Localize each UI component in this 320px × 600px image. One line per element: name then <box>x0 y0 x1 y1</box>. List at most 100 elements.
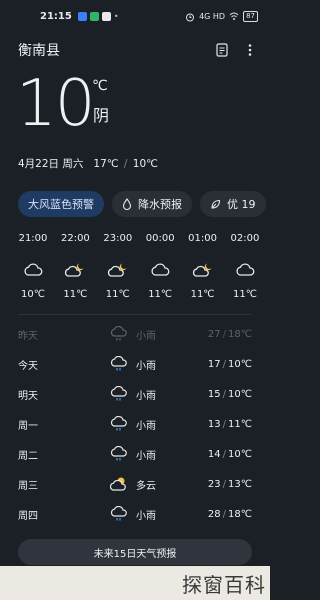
hour-temp: 11℃ <box>63 289 88 300</box>
day-range: 23/13℃ <box>208 479 252 490</box>
precip-label: 降水预报 <box>138 198 182 211</box>
precipitation-chip[interactable]: 降水预报 <box>112 191 192 217</box>
more-dot-icon: • <box>113 12 119 21</box>
day-high: 17 <box>207 358 221 370</box>
separator: / <box>222 358 227 370</box>
day-low: 13℃ <box>228 478 252 490</box>
daily-forecast: 昨天 小雨 27/18℃ 今天 小雨 17/10℃ 明天 小雨 15/10℃ 周… <box>0 319 270 529</box>
day-condition: 小雨 <box>136 420 156 432</box>
air-quality-chip[interactable]: 优 19 <box>200 191 266 217</box>
day-condition: 小雨 <box>136 510 156 522</box>
day-label: 周二 <box>18 450 38 462</box>
hour-time: 02:00 <box>230 233 260 244</box>
day-label: 周四 <box>18 510 38 522</box>
day-condition: 小雨 <box>136 360 156 372</box>
day-low: 10℃ <box>228 388 252 400</box>
hour-time: 23:00 <box>103 233 133 244</box>
app-notification-icon <box>101 12 111 21</box>
divider <box>18 314 252 315</box>
separator: / <box>222 328 227 340</box>
daily-row[interactable]: 周三 多云 23/13℃ <box>0 469 270 499</box>
info-chips: 大风蓝色预警 降水预报 优 19 <box>0 191 270 217</box>
light-rain-icon <box>110 326 134 342</box>
daily-row[interactable]: 周一 小雨 13/11℃ <box>0 409 270 439</box>
hourly-item: 01:00 11℃ <box>188 233 218 300</box>
day-low: 18℃ <box>228 328 252 340</box>
rain-drop-icon <box>122 198 132 210</box>
daily-row[interactable]: 昨天 小雨 27/18℃ <box>0 319 270 349</box>
daily-row[interactable]: 周四 小雨 28/18℃ <box>0 499 270 529</box>
hourly-item: 21:00 10℃ <box>18 233 48 300</box>
cloudy-icon <box>235 255 255 285</box>
signal-label: 4G HD <box>199 12 226 21</box>
low-temp: 10℃ <box>132 158 158 170</box>
app-header: 衡南县 <box>0 33 270 66</box>
hourly-item: 23:00 11℃ <box>103 233 133 300</box>
forecast-button-label: 未来15日天气预报 <box>93 548 177 560</box>
wifi-icon <box>229 12 239 20</box>
hourly-item: 22:00 11℃ <box>60 233 90 300</box>
separator: / <box>222 388 227 400</box>
light-rain-icon <box>110 386 134 402</box>
fifteen-day-forecast-button[interactable]: 未来15日天气预报 <box>18 539 252 565</box>
day-condition: 多云 <box>136 480 156 492</box>
date-summary: 4月22日 周六 17℃ / 10℃ <box>0 156 270 171</box>
wind-warning-chip[interactable]: 大风蓝色预警 <box>18 191 104 217</box>
day-high: 23 <box>207 478 221 490</box>
day-range: 28/18℃ <box>208 509 252 520</box>
separator: / <box>222 478 227 490</box>
hourly-item: 00:00 11℃ <box>145 233 175 300</box>
current-condition: 阴 <box>93 106 110 125</box>
current-temperature: 10 <box>16 67 95 141</box>
day-range: 14/10℃ <box>208 449 252 460</box>
separator: / <box>222 418 227 430</box>
hour-temp: 10℃ <box>21 289 45 300</box>
watermark-bar: 探窗百科 <box>0 566 270 600</box>
light-rain-icon <box>110 356 134 372</box>
light-rain-icon <box>110 416 134 432</box>
leaf-icon <box>211 199 221 209</box>
hour-time: 01:00 <box>188 233 217 244</box>
cloudy-moon-icon <box>107 255 129 285</box>
daily-row[interactable]: 今天 小雨 17/10℃ <box>0 349 270 379</box>
light-rain-icon <box>110 446 134 462</box>
separator: / <box>123 158 128 170</box>
day-low: 10℃ <box>228 358 252 370</box>
hour-time: 22:00 <box>60 233 90 244</box>
day-high: 28 <box>207 508 221 520</box>
current-weather: 10 ℃ 阴 <box>0 66 270 150</box>
day-condition: 小雨 <box>136 330 156 342</box>
day-label: 周一 <box>18 420 38 432</box>
app-notification-icon <box>77 12 87 21</box>
weekday: 周六 <box>62 158 84 170</box>
status-right: 4G HD 87 <box>185 11 258 22</box>
cloudy-moon-icon <box>192 255 214 285</box>
cloudy-icon <box>150 255 170 285</box>
separator: / <box>222 448 227 460</box>
city-name[interactable]: 衡南县 <box>18 40 60 60</box>
day-high: 13 <box>207 418 221 430</box>
light-rain-icon <box>110 506 134 522</box>
hour-temp: 11℃ <box>148 289 173 300</box>
day-label: 昨天 <box>18 330 38 342</box>
cloudy-moon-icon <box>64 255 86 285</box>
day-range: 27/18℃ <box>208 329 252 340</box>
partly-cloudy-icon <box>110 476 134 492</box>
status-bar: 21:15 • 4G HD 87 <box>0 0 270 33</box>
alarm-icon <box>186 13 195 21</box>
more-vertical-icon[interactable] <box>248 43 252 57</box>
daily-row[interactable]: 明天 小雨 15/10℃ <box>0 379 270 409</box>
watermark-text: 探窗百科 <box>182 572 266 597</box>
city-list-icon[interactable] <box>216 42 228 57</box>
separator: / <box>222 508 227 520</box>
hour-temp: 11℃ <box>190 289 215 300</box>
day-range: 13/11℃ <box>208 419 252 430</box>
status-time: 21:15 <box>40 11 72 22</box>
hour-time: 21:00 <box>18 233 48 244</box>
day-high: 15 <box>207 388 221 400</box>
hourly-forecast: 21:00 10℃ 22:00 11℃ 23:00 11℃ 00:00 11℃ … <box>0 233 270 300</box>
day-condition: 小雨 <box>136 450 156 462</box>
cloudy-icon <box>23 255 43 285</box>
day-low: 10℃ <box>228 448 252 460</box>
daily-row[interactable]: 周二 小雨 14/10℃ <box>0 439 270 469</box>
